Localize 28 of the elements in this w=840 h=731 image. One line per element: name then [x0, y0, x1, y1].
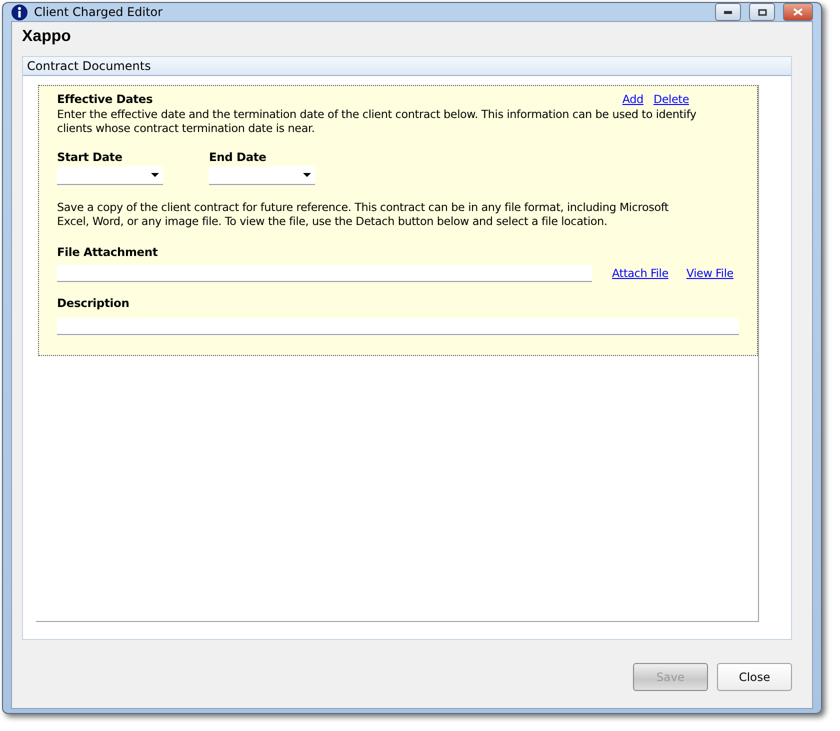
action-link[interactable]: Add: [622, 92, 644, 106]
dropdown-arrow-icon: [303, 173, 311, 177]
attachment-note: Save a copy of the client contract for future reference. This contract can be in any file format, including Microsoft Excel, Word, or any image file. To view the file, use the Detach button below and select a file location.: [57, 201, 670, 229]
description-field[interactable]: [57, 318, 739, 335]
dialog-button[interactable]: Close: [717, 663, 792, 691]
field-label: Description: [57, 296, 130, 310]
field-label: End Date: [209, 150, 266, 164]
dropdown-arrow-icon: [151, 173, 159, 177]
maximize-icon: [758, 8, 766, 16]
section-header: Contract Documents: [23, 57, 791, 76]
close-window-button[interactable]: [783, 3, 813, 21]
page-heading: Xappo: [22, 28, 72, 46]
file-field[interactable]: [57, 265, 592, 282]
minimize-button[interactable]: [715, 3, 741, 21]
card-title: Effective Dates: [57, 92, 154, 106]
window-title: Client Charged Editor: [34, 5, 164, 19]
action-link[interactable]: Delete: [653, 92, 689, 106]
info-icon: [11, 4, 28, 20]
field-label: File Attachment: [57, 245, 158, 259]
file-link[interactable]: Attach File: [612, 267, 668, 280]
date-dropdown[interactable]: [209, 166, 315, 185]
close-icon: [793, 8, 803, 16]
date-dropdown[interactable]: [57, 166, 163, 185]
minimize-icon: [724, 10, 732, 14]
field-label: Start Date: [57, 150, 122, 164]
intro-text: Enter the effective date and the termination date of the client contract below. This information can be used to identify clients whose contract termination date is near.: [57, 108, 697, 136]
maximize-button[interactable]: [749, 3, 775, 21]
file-link[interactable]: View File: [686, 267, 734, 280]
